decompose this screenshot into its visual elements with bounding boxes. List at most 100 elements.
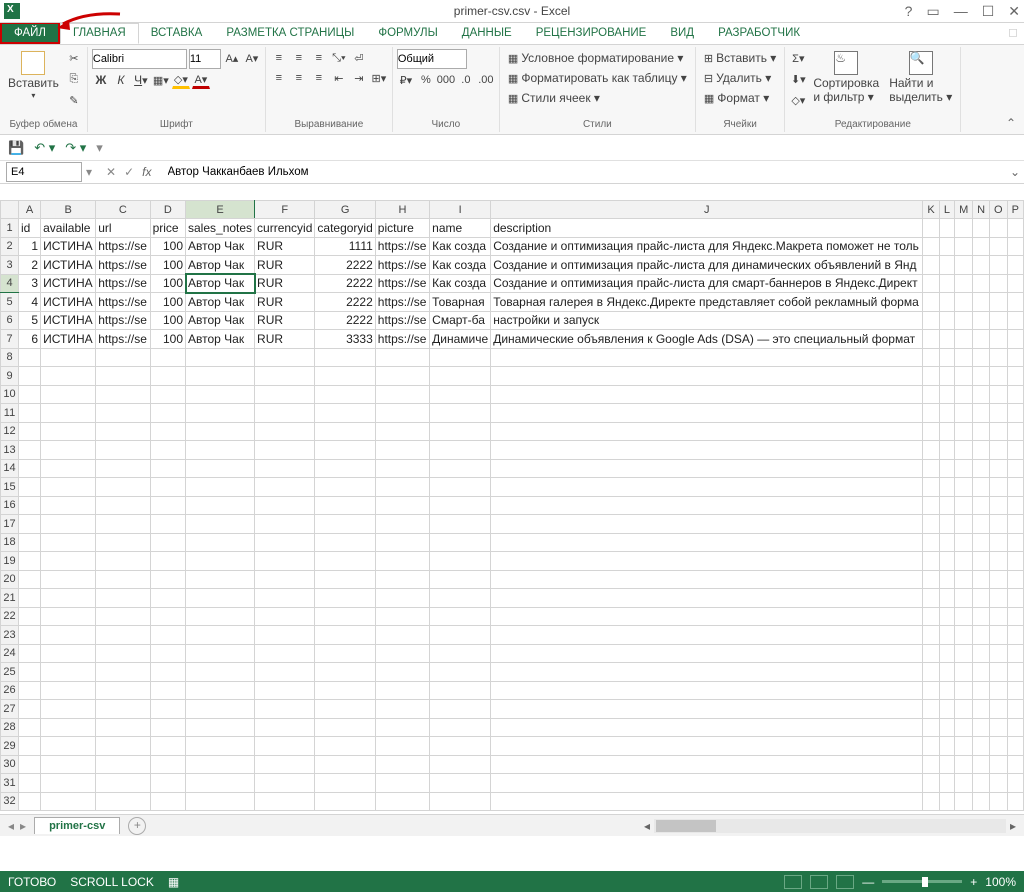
view-normal-icon[interactable] [784,875,802,889]
cell-L25[interactable] [939,663,954,682]
cell-B15[interactable] [41,478,96,497]
cell-H7[interactable]: https://se [375,330,429,349]
cell-L12[interactable] [939,422,954,441]
cell-K21[interactable] [923,589,939,608]
cell-D11[interactable] [150,404,185,423]
cell-C21[interactable] [96,589,150,608]
row-header-7[interactable]: 7 [1,330,19,349]
cell-A32[interactable] [19,792,41,811]
cell-D7[interactable]: 100 [150,330,185,349]
cell-O10[interactable] [990,385,1007,404]
cell-E25[interactable] [186,663,255,682]
cell-O6[interactable] [990,311,1007,330]
cell-N18[interactable] [973,533,990,552]
cell-F12[interactable] [255,422,315,441]
cell-K25[interactable] [923,663,939,682]
col-header-H[interactable]: H [375,201,429,219]
cell-N13[interactable] [973,441,990,460]
cell-M15[interactable] [955,478,973,497]
cell-I11[interactable] [430,404,491,423]
cell-O21[interactable] [990,589,1007,608]
cell-I4[interactable]: Как созда [430,274,491,293]
cell-P10[interactable] [1007,385,1024,404]
cell-P32[interactable] [1007,792,1024,811]
row-header-24[interactable]: 24 [1,644,19,663]
cell-K4[interactable] [923,274,939,293]
cell-N29[interactable] [973,737,990,756]
row-header-9[interactable]: 9 [1,367,19,386]
cell-A25[interactable] [19,663,41,682]
cell-P20[interactable] [1007,570,1024,589]
cell-H21[interactable] [375,589,429,608]
save-icon[interactable]: 💾 [8,140,24,156]
zoom-slider[interactable] [882,880,962,883]
ribbon-options-icon[interactable]: ▭ [926,3,939,20]
cell-A6[interactable]: 5 [19,311,41,330]
cell-E6[interactable]: Автор Чак [186,311,255,330]
cell-D8[interactable] [150,348,185,367]
cell-M25[interactable] [955,663,973,682]
cell-L14[interactable] [939,459,954,478]
cell-C19[interactable] [96,552,150,571]
dec-decimal-icon[interactable]: .00 [477,71,495,89]
cell-K9[interactable] [923,367,939,386]
cell-N5[interactable] [973,293,990,312]
col-header-E[interactable]: E [186,201,255,219]
cell-B13[interactable] [41,441,96,460]
cell-M12[interactable] [955,422,973,441]
cell-A5[interactable]: 4 [19,293,41,312]
cell-L28[interactable] [939,718,954,737]
cell-H22[interactable] [375,607,429,626]
name-box[interactable] [6,162,82,182]
cell-F16[interactable] [255,496,315,515]
cell-J2[interactable]: Создание и оптимизация прайс-листа для Я… [491,237,923,256]
cell-L22[interactable] [939,607,954,626]
row-header-23[interactable]: 23 [1,626,19,645]
cell-P22[interactable] [1007,607,1024,626]
sheet-tab[interactable]: primer-csv [34,817,120,834]
cell-O8[interactable] [990,348,1007,367]
cell-E17[interactable] [186,515,255,534]
cell-D4[interactable]: 100 [150,274,185,293]
tab-review[interactable]: РЕЦЕНЗИРОВАНИЕ [524,23,659,44]
insert-cells-button[interactable]: ⊞ Вставить ▾ [700,49,781,67]
font-size-select[interactable] [189,49,221,69]
cell-G9[interactable] [315,367,375,386]
wrap-text-icon[interactable]: ⏎ [350,49,368,67]
cell-M29[interactable] [955,737,973,756]
decrease-indent-icon[interactable]: ⇤ [330,69,348,87]
cell-F32[interactable] [255,792,315,811]
cell-I10[interactable] [430,385,491,404]
cell-E5[interactable]: Автор Чак [186,293,255,312]
increase-indent-icon[interactable]: ⇥ [350,69,368,87]
cell-P3[interactable] [1007,256,1024,275]
row-header-25[interactable]: 25 [1,663,19,682]
cell-M10[interactable] [955,385,973,404]
cell-N7[interactable] [973,330,990,349]
cell-K26[interactable] [923,681,939,700]
cell-F27[interactable] [255,700,315,719]
cell-P7[interactable] [1007,330,1024,349]
cell-M17[interactable] [955,515,973,534]
cell-J30[interactable] [491,755,923,774]
cell-A21[interactable] [19,589,41,608]
cell-L6[interactable] [939,311,954,330]
cell-H28[interactable] [375,718,429,737]
cell-M28[interactable] [955,718,973,737]
cell-B32[interactable] [41,792,96,811]
cell-I21[interactable] [430,589,491,608]
cell-I31[interactable] [430,774,491,793]
cell-O25[interactable] [990,663,1007,682]
cell-F18[interactable] [255,533,315,552]
cell-N2[interactable] [973,237,990,256]
comma-icon[interactable]: 000 [437,71,455,89]
zoom-out-icon[interactable]: — [862,875,874,889]
cell-D22[interactable] [150,607,185,626]
cell-A15[interactable] [19,478,41,497]
cell-G21[interactable] [315,589,375,608]
row-header-6[interactable]: 6 [1,311,19,330]
cell-K22[interactable] [923,607,939,626]
cell-P9[interactable] [1007,367,1024,386]
row-header-19[interactable]: 19 [1,552,19,571]
cell-P23[interactable] [1007,626,1024,645]
